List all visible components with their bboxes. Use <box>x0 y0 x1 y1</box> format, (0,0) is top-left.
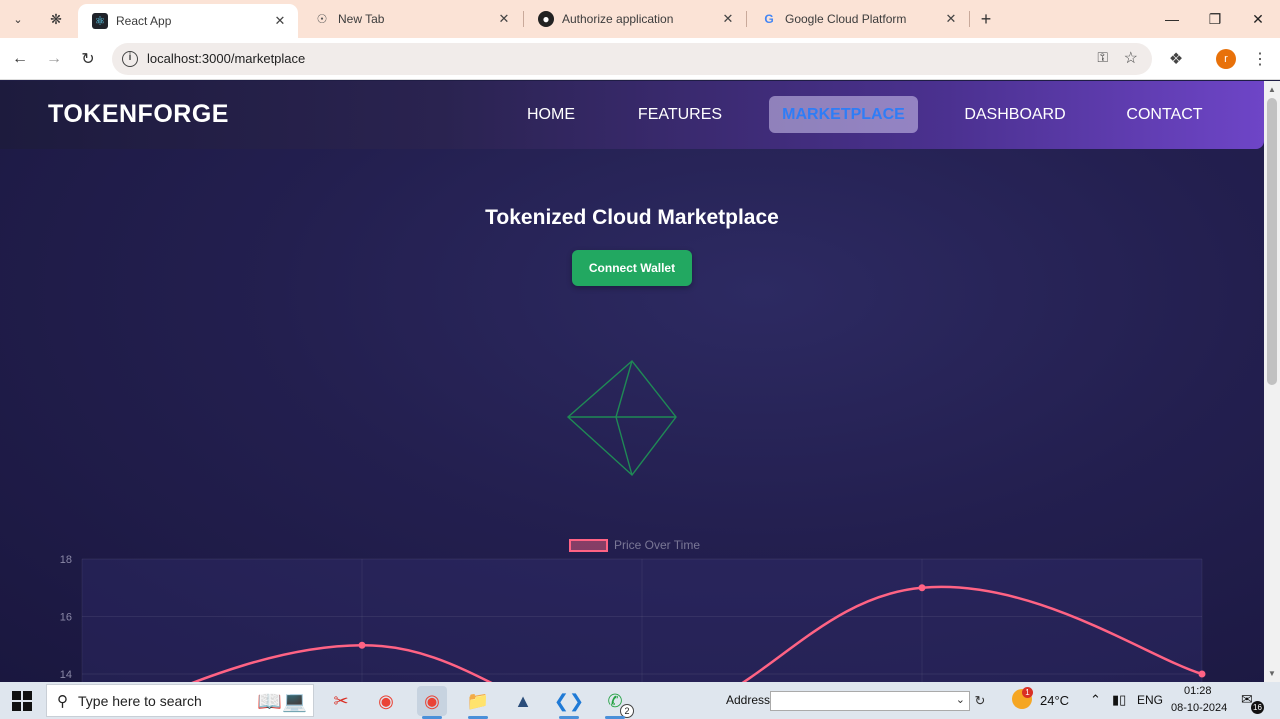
legend-swatch <box>569 538 608 552</box>
address-bar[interactable]: i localhost:3000/marketplace ⚿ ☆ <box>112 43 1152 75</box>
whatsapp-badge: 2 <box>620 704 634 718</box>
vscode-icon[interactable]: ❮❯ <box>554 686 584 719</box>
tab-title: New Tab <box>338 12 385 26</box>
vertical-scrollbar[interactable]: ▲ ▼ <box>1264 81 1280 682</box>
y-tick-label: 18 <box>60 554 72 566</box>
chrome-active-taskbar-icon[interactable]: ◉ <box>417 686 447 719</box>
connect-wallet-button[interactable]: Connect Wallet <box>572 250 692 286</box>
nav-features[interactable]: FEATURES <box>625 96 735 133</box>
forward-arrow-icon[interactable]: → <box>42 47 66 71</box>
browser-toolbar: ← → ↻ i localhost:3000/marketplace ⚿ ☆ ❖… <box>0 38 1280 80</box>
nav-dashboard[interactable]: DASHBOARD <box>950 96 1080 133</box>
reload-icon[interactable]: ↻ <box>76 47 100 71</box>
search-icon: ⚲ <box>57 692 68 710</box>
bookmark-star-icon[interactable]: ☆ <box>1124 48 1138 68</box>
google-icon: G <box>764 12 774 26</box>
y-tick-label: 16 <box>60 612 72 624</box>
tab-react-app[interactable]: ⚛ React App ✕ <box>78 4 298 38</box>
search-highlight-icon: 📖💻 <box>257 691 307 713</box>
temperature[interactable]: 24°C <box>1040 693 1069 708</box>
new-tab-plus-icon[interactable]: + <box>974 7 998 31</box>
wireframe-diamond-icon <box>566 359 677 477</box>
tab-title: Authorize application <box>562 12 674 26</box>
extensions-puzzle-icon[interactable]: ❖ <box>1164 47 1188 71</box>
close-tab-icon[interactable]: ✕ <box>718 9 738 29</box>
weather-alert-badge: 1 <box>1022 687 1033 698</box>
password-key-icon[interactable]: ⚿ <box>1097 49 1108 66</box>
nav-contact[interactable]: CONTACT <box>1112 96 1217 133</box>
kebab-menu-icon[interactable]: ⋮ <box>1248 47 1272 71</box>
tab-title: Google Cloud Platform <box>785 12 907 26</box>
address-toolbar-input[interactable]: ⌄ <box>770 691 970 711</box>
scrollbar-thumb[interactable] <box>1267 98 1277 385</box>
close-tab-icon[interactable]: ✕ <box>941 9 961 29</box>
url-text[interactable]: localhost:3000/marketplace <box>147 51 305 66</box>
tab-google-cloud[interactable]: G Google Cloud Platform ✕ <box>747 0 969 38</box>
scroll-up-arrow-icon[interactable]: ▲ <box>1268 85 1276 94</box>
battery-icon[interactable]: ▮▯ <box>1112 692 1126 708</box>
taskbar-search-box[interactable]: ⚲ Type here to search 📖💻 <box>46 684 314 717</box>
github-icon: ● <box>538 11 554 27</box>
y-tick-label: 14 <box>60 669 72 681</box>
tab-search-chevron-icon[interactable]: ⌄ <box>6 7 30 31</box>
file-explorer-icon[interactable]: 📁 <box>463 686 493 719</box>
site-info-icon[interactable]: i <box>122 51 138 67</box>
nav-home[interactable]: HOME <box>511 96 591 133</box>
search-placeholder: Type here to search <box>78 692 202 709</box>
mysql-workbench-icon[interactable]: ▲ <box>508 686 538 716</box>
windows-taskbar: ⚲ Type here to search 📖💻 ✂ ◉ ◉ 📁 ▲ ❮❯ ✆ … <box>0 682 1280 719</box>
tab-separator <box>969 11 970 27</box>
pinned-openai-tab-icon[interactable]: ❋ <box>44 8 68 30</box>
react-icon: ⚛ <box>92 13 108 29</box>
close-tab-icon[interactable]: ✕ <box>270 11 290 31</box>
minimize-icon[interactable]: — <box>1150 6 1194 32</box>
tab-title: React App <box>116 14 172 28</box>
input-language[interactable]: ENG <box>1137 693 1163 707</box>
notification-count: 16 <box>1251 701 1264 714</box>
tab-new-tab[interactable]: ☉ New Tab ✕ <box>300 0 522 38</box>
page-viewport: TOKENFORGE HOME FEATURES MARKETPLACE DAS… <box>0 81 1264 682</box>
close-tab-icon[interactable]: ✕ <box>494 9 514 29</box>
windows-start-icon[interactable] <box>12 691 32 711</box>
chrome-taskbar-icon[interactable]: ◉ <box>371 686 401 716</box>
clock-time[interactable]: 01:28 <box>1184 685 1212 697</box>
chart-legend[interactable]: Price Over Time <box>569 538 700 552</box>
page-title: Tokenized Cloud Marketplace <box>485 206 779 229</box>
chart-plot-area: 18 16 14 <box>60 554 1206 682</box>
tab-authorize-application[interactable]: ● Authorize application ✕ <box>524 0 746 38</box>
price-chart: Price Over Time 18 16 14 <box>0 531 1264 682</box>
tray-chevron-up-icon[interactable]: ⌃ <box>1090 692 1101 708</box>
window-close-icon[interactable]: ✕ <box>1236 6 1280 32</box>
back-arrow-icon[interactable]: ← <box>8 47 32 71</box>
nav-marketplace[interactable]: MARKETPLACE <box>769 96 918 133</box>
data-point-1 <box>358 641 366 649</box>
profile-avatar[interactable]: r <box>1216 49 1236 69</box>
chevron-down-icon[interactable]: ⌄ <box>956 693 965 706</box>
clock-date[interactable]: 08-10-2024 <box>1171 702 1227 714</box>
site-navbar: TOKENFORGE HOME FEATURES MARKETPLACE DAS… <box>0 81 1264 149</box>
whatsapp-icon[interactable]: ✆ 2 <box>600 686 634 719</box>
restore-icon[interactable]: ❐ <box>1193 6 1237 32</box>
data-point-3 <box>918 584 926 592</box>
address-toolbar-label: Address <box>726 693 771 707</box>
address-go-icon[interactable]: ↻ <box>972 691 988 711</box>
scroll-down-arrow-icon[interactable]: ▼ <box>1268 669 1276 678</box>
site-logo[interactable]: TOKENFORGE <box>48 100 229 129</box>
chrome-icon: ☉ <box>316 12 328 26</box>
data-point-4 <box>1198 670 1206 678</box>
legend-label: Price Over Time <box>614 538 701 552</box>
browser-tab-strip: ⌄ ❋ ⚛ React App ✕ ☉ New Tab ✕ ● Authoriz… <box>0 0 1280 38</box>
snipping-tool-icon[interactable]: ✂ <box>326 686 356 716</box>
